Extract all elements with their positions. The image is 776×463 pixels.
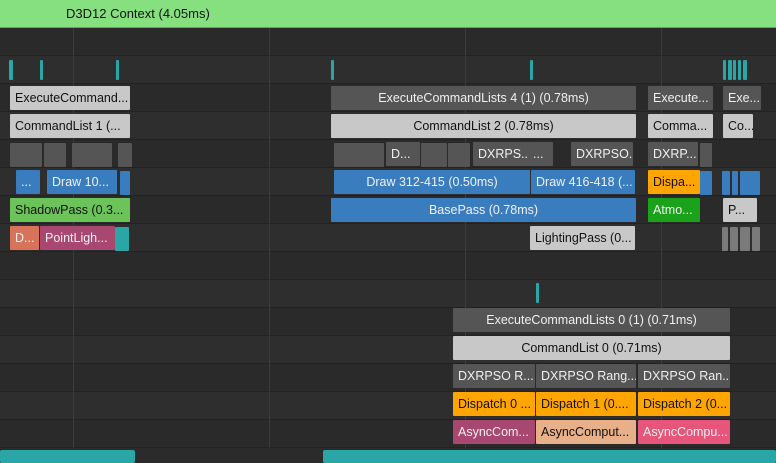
event-sliver[interactable] — [730, 227, 738, 251]
gpu-timeline[interactable]: D3D12 Context (4.05ms) ExecuteCommand...… — [0, 0, 776, 463]
event-sliver[interactable] — [722, 171, 730, 195]
event-block[interactable]: ExecuteCommand... — [10, 86, 130, 110]
event-block[interactable]: CommandList 2 (0.78ms) — [331, 114, 636, 138]
marker-tick[interactable] — [40, 60, 43, 80]
event-block[interactable]: ExecuteCommandLists 0 (1) (0.71ms) — [453, 308, 730, 332]
timeline-track-row — [0, 280, 776, 308]
event-sliver[interactable] — [334, 143, 384, 167]
event-block[interactable]: Co... — [723, 114, 753, 138]
event-block[interactable]: BasePass (0.78ms) — [331, 198, 636, 222]
event-block[interactable]: Atmo... — [648, 198, 700, 222]
event-block[interactable]: AsyncCompu... — [638, 420, 730, 444]
event-block[interactable]: DXRPSO Ran... — [638, 364, 730, 388]
event-block[interactable]: D... — [386, 142, 420, 166]
scroll-thumb[interactable] — [0, 450, 135, 463]
marker-tick[interactable] — [738, 60, 741, 80]
event-sliver[interactable] — [732, 171, 738, 195]
timeline-scroll-strip[interactable] — [0, 448, 776, 463]
event-block[interactable]: ShadowPass (0.3... — [10, 198, 130, 222]
event-block[interactable]: AsyncComput... — [536, 420, 636, 444]
event-sliver[interactable] — [752, 227, 760, 251]
context-header-bar[interactable]: D3D12 Context (4.05ms) — [0, 0, 776, 28]
marker-tick[interactable] — [331, 60, 334, 80]
event-sliver[interactable] — [700, 143, 712, 167]
event-sliver[interactable] — [10, 143, 42, 167]
event-block[interactable]: CommandList 0 (0.71ms) — [453, 336, 730, 360]
event-sliver[interactable] — [740, 227, 750, 251]
event-block[interactable]: DXRPS... — [473, 142, 528, 166]
event-block[interactable]: Draw 10... — [47, 170, 117, 194]
marker-tick[interactable] — [530, 60, 533, 80]
event-block[interactable]: Dispatch 0 ... — [453, 392, 535, 416]
event-sliver[interactable] — [700, 171, 712, 195]
event-sliver[interactable] — [44, 143, 66, 167]
event-block[interactable]: Dispa... — [648, 170, 700, 194]
event-block[interactable]: DXRPSO R... — [453, 364, 535, 388]
event-block[interactable]: Comma... — [648, 114, 713, 138]
event-block[interactable]: ExecuteCommandLists 4 (1) (0.78ms) — [331, 86, 636, 110]
timeline-track-row — [0, 28, 776, 56]
marker-tick[interactable] — [536, 283, 539, 303]
event-block[interactable]: Execute... — [648, 86, 713, 110]
event-block[interactable]: PointLigh... — [40, 226, 115, 250]
timeline-track-row — [0, 252, 776, 280]
event-block[interactable]: Dispatch 1 (0.... — [536, 392, 636, 416]
marker-tick[interactable] — [9, 60, 13, 80]
event-block[interactable]: D... — [10, 226, 39, 250]
marker-tick[interactable] — [743, 60, 747, 80]
event-block[interactable]: Draw 416-418 (... — [531, 170, 635, 194]
scroll-thumb[interactable] — [323, 450, 776, 463]
event-sliver[interactable] — [118, 143, 132, 167]
event-block[interactable]: DXRP... — [648, 142, 698, 166]
marker-tick[interactable] — [728, 60, 732, 80]
context-label: D3D12 Context (4.05ms) — [66, 6, 210, 21]
marker-tick[interactable] — [723, 60, 726, 80]
event-block[interactable]: CommandList 1 (... — [10, 114, 130, 138]
event-block[interactable]: DXRPSO Rang... — [536, 364, 636, 388]
event-sliver[interactable] — [740, 171, 760, 195]
event-block[interactable]: AsyncCom... — [453, 420, 535, 444]
event-sliver[interactable] — [722, 227, 728, 251]
event-sliver[interactable] — [120, 171, 130, 195]
event-block[interactable]: Exe... — [723, 86, 761, 110]
event-block[interactable]: DXRPSO... — [571, 142, 633, 166]
event-block[interactable]: LightingPass (0... — [530, 226, 635, 250]
marker-tick[interactable] — [733, 60, 736, 80]
marker-tick[interactable] — [116, 60, 119, 80]
event-sliver[interactable] — [421, 143, 447, 167]
event-block[interactable]: ... — [16, 170, 40, 194]
event-block[interactable]: ... — [528, 142, 553, 166]
event-block[interactable]: Dispatch 2 (0... — [638, 392, 730, 416]
event-sliver[interactable] — [448, 143, 470, 167]
event-sliver[interactable] — [72, 143, 112, 167]
grid-line — [269, 28, 270, 448]
event-sliver[interactable] — [115, 227, 129, 251]
event-block[interactable]: Draw 312-415 (0.50ms) — [334, 170, 530, 194]
event-block[interactable]: P... — [723, 198, 757, 222]
